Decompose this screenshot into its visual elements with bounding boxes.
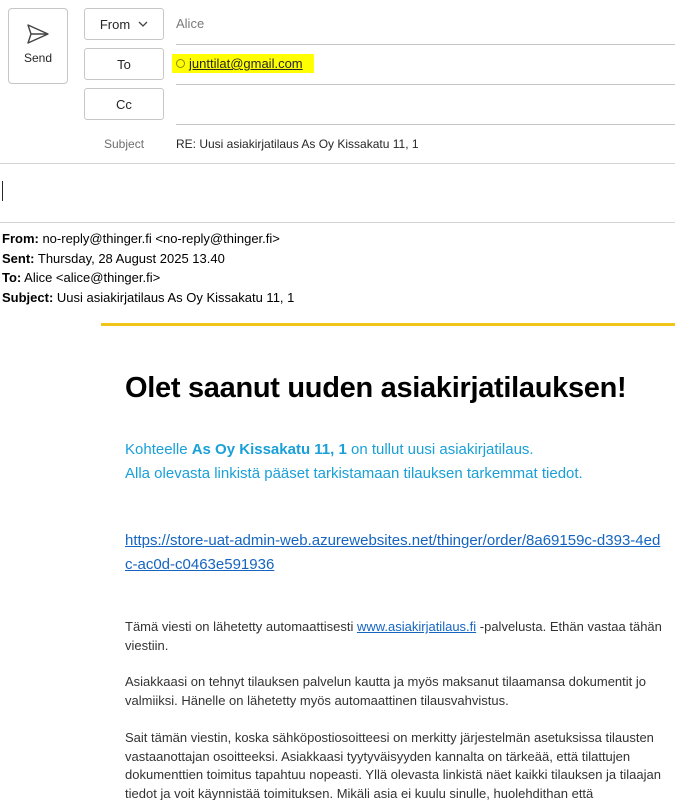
send-label: Send [23, 51, 53, 65]
email-headline: Olet saanut uuden asiakirjatilauksen! [125, 372, 627, 404]
from-button-label: From [99, 16, 131, 32]
payment-paragraph: Asiakkaasi on tehnyt tilauksen palvelun … [125, 674, 647, 708]
orig-to-label: To: [2, 270, 22, 285]
orig-subject-label: Subject: [2, 289, 54, 305]
original-message-header: From: no-reply@thinger.fi <no-reply@thin… [2, 229, 294, 307]
to-button[interactable]: To [84, 48, 164, 80]
intro-text: Kohteelle As Oy Kissakatu 11, 1 on tullu… [125, 438, 583, 486]
orig-from-label: From: [2, 231, 39, 246]
intro-suffix: on tullut uusi asiakirjatilaus. [346, 441, 534, 458]
send-button[interactable]: Send [8, 8, 68, 84]
order-link[interactable]: https://store-uat-admin-web.azurewebsite… [125, 529, 665, 577]
cc-divider [176, 124, 675, 125]
presence-icon [176, 59, 185, 68]
from-field[interactable]: Alice [176, 16, 204, 31]
orig-sent-label: Sent: [2, 250, 35, 266]
from-button[interactable]: From [84, 8, 164, 40]
auto-notice-paragraph: Tämä viesti on lähetetty automaattisesti… [125, 618, 675, 655]
accent-rule [101, 323, 675, 326]
intro-line2: Alla olevasta linkistä pääset tarkistama… [125, 465, 583, 482]
property-name: As Oy Kissakatu 11, 1 [191, 441, 347, 458]
subject-divider [0, 163, 675, 164]
to-recipient-chip[interactable]: junttilat@gmail.com [172, 54, 314, 73]
chevron-down-icon [138, 21, 148, 27]
cc-button-label: Cc [116, 96, 132, 112]
to-button-label: To [117, 56, 131, 72]
auto-notice-prefix: Tämä viesti on lähetetty automaattisesti [125, 619, 357, 634]
orig-from-value: no-reply@thinger.fi <no-reply@thinger.fi… [38, 231, 280, 246]
service-link[interactable]: www.asiakirjatilaus.fi [357, 619, 476, 634]
orig-to-value: Alice <alice@thinger.fi> [21, 270, 161, 285]
orig-subject-value: Uusi asiakirjatilaus As Oy Kissakatu 11,… [53, 289, 295, 305]
to-divider [176, 84, 675, 85]
intro-prefix: Kohteelle [125, 441, 192, 458]
subject-label: Subject [104, 137, 145, 151]
cc-button[interactable]: Cc [84, 88, 164, 120]
to-recipient-address[interactable]: junttilat@gmail.com [189, 56, 303, 71]
text-caret[interactable] [2, 181, 3, 201]
subject-field[interactable]: RE: Uusi asiakirjatilaus As Oy Kissakatu… [176, 137, 419, 151]
recipient-info-paragraph: Sait tämän viestin, koska sähköpostiosoi… [125, 730, 661, 800]
reply-divider [0, 222, 675, 223]
send-icon [27, 24, 49, 44]
from-divider [176, 44, 675, 45]
orig-sent-value: Thursday, 28 August 2025 13.40 [34, 250, 225, 266]
